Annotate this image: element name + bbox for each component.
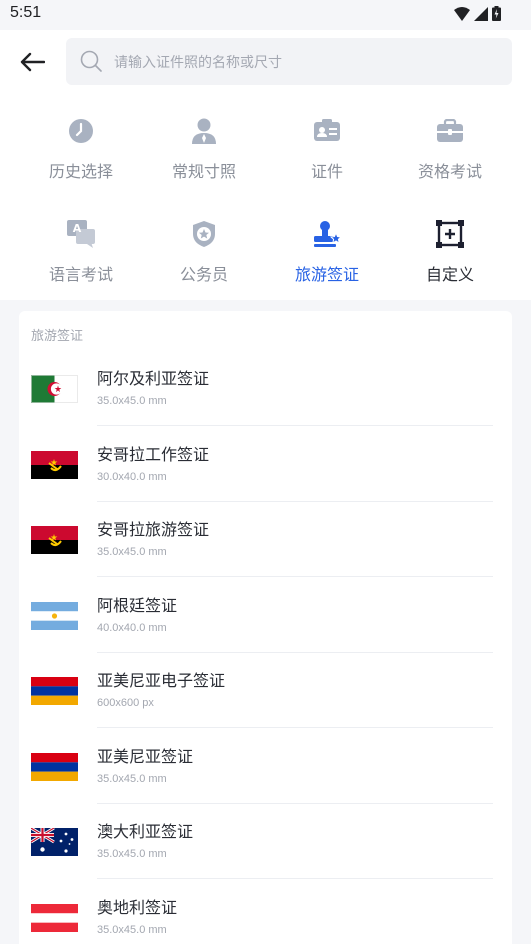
australia-flag-icon bbox=[31, 828, 78, 856]
visa-name: 亚美尼亚电子签证 bbox=[97, 671, 226, 690]
status-time: 5:51 bbox=[10, 4, 42, 21]
category-civil-servant[interactable]: 公务员 bbox=[144, 219, 264, 285]
id-card-icon bbox=[312, 116, 342, 146]
status-bar: 5:51 bbox=[0, 0, 531, 30]
list-item[interactable]: 阿根廷签证 40.0x40.0 mm bbox=[19, 578, 512, 653]
visa-size: 35.0x45.0 mm bbox=[97, 395, 167, 407]
visa-name: 澳大利亚签证 bbox=[97, 822, 194, 841]
signal-icon bbox=[474, 6, 488, 21]
status-icons bbox=[454, 6, 501, 21]
category-label: 语言考试 bbox=[48, 265, 113, 284]
clock-icon bbox=[66, 116, 96, 146]
visa-name: 阿根廷签证 bbox=[97, 596, 178, 615]
list-item[interactable]: 亚美尼亚签证 35.0x45.0 mm bbox=[19, 729, 512, 804]
person-portrait-icon bbox=[189, 116, 219, 146]
category-label: 常规寸照 bbox=[171, 162, 236, 181]
category-qualification-exam[interactable]: 资格考试 bbox=[390, 116, 510, 182]
visa-size: 30.0x40.0 mm bbox=[97, 471, 167, 483]
briefcase-icon bbox=[435, 116, 465, 146]
battery-icon bbox=[492, 6, 501, 21]
search-placeholder: 请输入证件照的名称或尺寸 bbox=[114, 55, 282, 71]
search-icon bbox=[80, 50, 102, 72]
visa-name: 亚美尼亚签证 bbox=[97, 747, 194, 766]
back-button[interactable] bbox=[14, 44, 50, 80]
visa-name: 安哥拉工作签证 bbox=[97, 445, 210, 464]
list-item[interactable]: 安哥拉旅游签证 35.0x45.0 mm bbox=[19, 502, 512, 577]
category-label: 证件 bbox=[310, 162, 343, 181]
svg-text:A: A bbox=[73, 222, 82, 235]
list-item[interactable]: 阿尔及利亚签证 35.0x45.0 mm bbox=[19, 351, 512, 426]
wifi-icon bbox=[454, 6, 470, 21]
header: 请输入证件照的名称或尺寸 历史选择 常规寸照 证件 资格考试 A 语言考试 公务… bbox=[0, 30, 531, 300]
argentina-flag-icon bbox=[31, 602, 78, 630]
list-item[interactable]: 安哥拉工作签证 30.0x40.0 mm bbox=[19, 427, 512, 502]
category-custom[interactable]: 自定义 bbox=[390, 219, 510, 285]
visa-size: 40.0x40.0 mm bbox=[97, 622, 167, 634]
visa-name: 阿尔及利亚签证 bbox=[97, 369, 210, 388]
section-title: 旅游签证 bbox=[31, 329, 84, 344]
category-travel-visa[interactable]: 旅游签证 bbox=[267, 219, 387, 285]
list-item[interactable]: 亚美尼亚电子签证 600x600 px bbox=[19, 653, 512, 728]
angola-flag-icon bbox=[31, 451, 78, 479]
austria-flag-icon bbox=[31, 904, 78, 932]
category-history[interactable]: 历史选择 bbox=[21, 116, 141, 182]
visa-size: 35.0x45.0 mm bbox=[97, 773, 167, 785]
visa-size: 35.0x45.0 mm bbox=[97, 848, 167, 860]
category-language-exam[interactable]: A 语言考试 bbox=[21, 219, 141, 285]
divider bbox=[97, 576, 493, 577]
category-label: 自定义 bbox=[425, 265, 474, 284]
custom-crop-icon bbox=[435, 219, 465, 249]
category-label: 旅游签证 bbox=[294, 265, 359, 284]
list-item[interactable]: 奥地利签证 35.0x45.0 mm bbox=[19, 880, 512, 944]
armenia-flag-icon bbox=[31, 753, 78, 781]
armenia-flag-icon bbox=[31, 677, 78, 705]
arrow-left-icon bbox=[20, 52, 45, 72]
category-regular-photo[interactable]: 常规寸照 bbox=[144, 116, 264, 182]
algeria-flag-icon bbox=[31, 375, 78, 403]
list-item[interactable]: 澳大利亚签证 35.0x45.0 mm bbox=[19, 804, 512, 879]
visa-name: 安哥拉旅游签证 bbox=[97, 520, 210, 539]
language-chat-icon: A bbox=[66, 219, 96, 249]
visa-size: 35.0x45.0 mm bbox=[97, 924, 167, 936]
search-input[interactable]: 请输入证件照的名称或尺寸 bbox=[66, 38, 512, 85]
category-id-document[interactable]: 证件 bbox=[267, 116, 387, 182]
visa-size: 35.0x45.0 mm bbox=[97, 546, 167, 558]
divider bbox=[97, 727, 493, 728]
divider bbox=[97, 878, 493, 879]
divider bbox=[97, 425, 493, 426]
category-label: 资格考试 bbox=[417, 162, 482, 181]
visa-stamp-icon bbox=[312, 219, 342, 249]
visa-name: 奥地利签证 bbox=[97, 898, 178, 917]
category-label: 历史选择 bbox=[48, 162, 113, 181]
visa-list: 旅游签证 阿尔及利亚签证 35.0x45.0 mm 安哥拉工作签证 30.0x4… bbox=[19, 311, 512, 944]
angola-flag-icon bbox=[31, 526, 78, 554]
category-label: 公务员 bbox=[179, 265, 228, 284]
police-badge-icon bbox=[189, 219, 219, 249]
visa-size: 600x600 px bbox=[97, 697, 154, 709]
